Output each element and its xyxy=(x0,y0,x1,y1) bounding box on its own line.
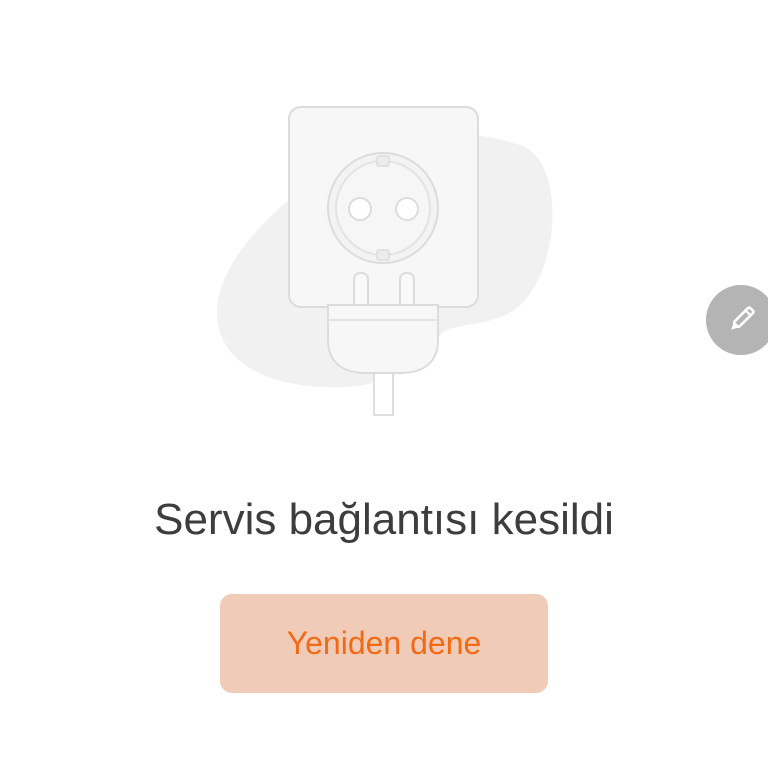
socket-hole-left xyxy=(348,197,372,221)
retry-button[interactable]: Yeniden dene xyxy=(220,594,548,693)
plug-body xyxy=(327,304,439,374)
error-message: Servis bağlantısı kesildi xyxy=(154,495,614,544)
socket-hole-right xyxy=(395,197,419,221)
edit-button[interactable] xyxy=(706,285,768,355)
pencil-icon xyxy=(731,306,755,330)
disconnected-screen: Servis bağlantısı kesildi Yeniden dene xyxy=(0,0,768,768)
unplugged-socket-icon xyxy=(216,106,553,416)
